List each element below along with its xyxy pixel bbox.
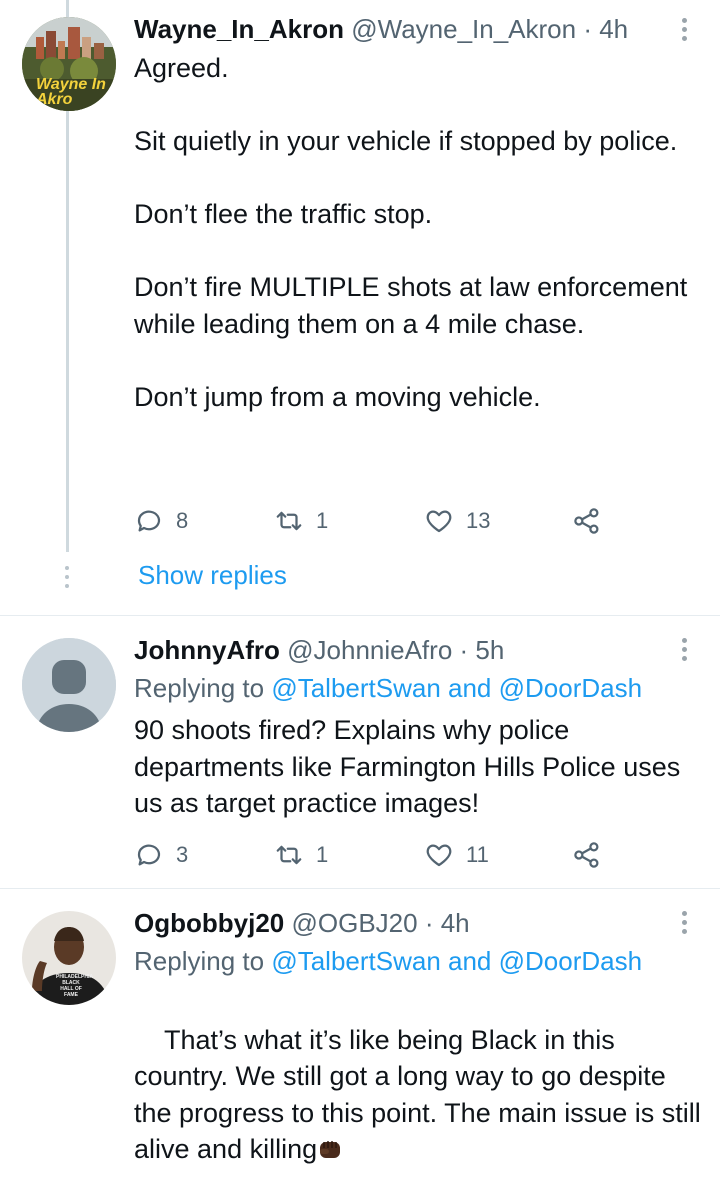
fist-emoji-icon — [320, 1141, 341, 1158]
retweet-button[interactable]: 1 — [274, 503, 328, 539]
avatar-label: Wayne In Akro — [36, 76, 106, 108]
replying-mentions[interactable]: @TalbertSwan and @DoorDash — [271, 673, 642, 703]
username[interactable]: @Wayne_In_Akron — [351, 14, 576, 44]
display-name[interactable]: JohnnyAfro — [134, 635, 280, 665]
like-button[interactable]: 13 — [424, 503, 490, 539]
avatar-shirt-text: PHILADELPHIA BLACK HALL OF FAME — [56, 974, 93, 998]
share-button[interactable] — [572, 503, 602, 539]
more-icon[interactable] — [676, 636, 692, 664]
tweet-header: Wayne_In_Akron @Wayne_In_Akron · 4h — [134, 12, 628, 46]
reply-icon — [137, 510, 161, 532]
like-count: 13 — [466, 508, 491, 533]
tweet-header: Ogbobbyj20 @OGBJ20 · 4h — [134, 906, 470, 940]
username[interactable]: @JohnnieAfro — [287, 635, 452, 665]
more-icon[interactable] — [676, 16, 692, 44]
reply-count: 8 — [176, 508, 189, 533]
display-name[interactable]: Ogbobbyj20 — [134, 908, 284, 938]
replying-to: Replying to @TalbertSwan and @DoorDash — [134, 944, 642, 978]
retweet-count: 1 — [316, 508, 329, 533]
avatar[interactable]: PHILADELPHIA BLACK HALL OF FAME — [22, 911, 116, 1005]
reply-button[interactable]: 8 — [134, 503, 188, 539]
replying-prefix: Replying to — [134, 946, 265, 976]
show-replies-link[interactable]: Show replies — [138, 560, 287, 591]
retweet-count: 1 — [316, 842, 329, 867]
tweet-actions: 8 1 13 — [134, 503, 614, 539]
display-name[interactable]: Wayne_In_Akron — [134, 14, 344, 44]
retweet-button[interactable]: 1 — [274, 837, 328, 873]
tweet-1[interactable]: Wayne In Akro Wayne_In_Akron @Wayne_In_A… — [0, 0, 720, 615]
tweet-text: Agreed. Sit quietly in your vehicle if s… — [134, 53, 688, 412]
tweet-3[interactable]: PHILADELPHIA BLACK HALL OF FAME Ogbobbyj… — [0, 889, 720, 1164]
share-icon — [574, 508, 599, 534]
tweet-header: JohnnyAfro @JohnnieAfro · 5h — [134, 633, 504, 667]
tweet-text: That’s what it’s like being Black in thi… — [134, 985, 704, 1204]
retweet-icon — [276, 511, 302, 531]
tweet-text: 90 shoots fired? Explains why police dep… — [134, 715, 688, 818]
share-button[interactable] — [572, 837, 602, 873]
tweet-text-content: That’s what it’s like being Black in thi… — [134, 1024, 709, 1165]
reply-button[interactable]: 3 — [134, 837, 188, 873]
tweet-2[interactable]: JohnnyAfro @JohnnieAfro · 5h Replying to… — [0, 616, 720, 888]
like-icon — [426, 510, 452, 533]
avatar[interactable] — [22, 638, 116, 732]
timestamp[interactable]: · 5h — [460, 635, 505, 665]
avatar[interactable]: Wayne In Akro — [22, 17, 116, 111]
share-icon — [574, 842, 599, 868]
replying-prefix: Replying to — [134, 673, 265, 703]
reply-count: 3 — [176, 842, 189, 867]
tweet-actions: 3 1 11 — [134, 837, 614, 873]
like-button[interactable]: 11 — [424, 837, 489, 873]
reply-icon — [137, 844, 161, 866]
replying-mentions[interactable]: @TalbertSwan and @DoorDash — [271, 946, 642, 976]
timestamp[interactable]: · 4h — [425, 908, 470, 938]
timestamp[interactable]: · 4h — [583, 14, 628, 44]
like-count: 11 — [466, 842, 489, 867]
retweet-icon — [276, 845, 302, 865]
like-icon — [426, 844, 452, 867]
more-icon[interactable] — [676, 909, 692, 937]
replying-to: Replying to @TalbertSwan and @DoorDash — [134, 671, 642, 705]
username[interactable]: @OGBJ20 — [291, 908, 417, 938]
